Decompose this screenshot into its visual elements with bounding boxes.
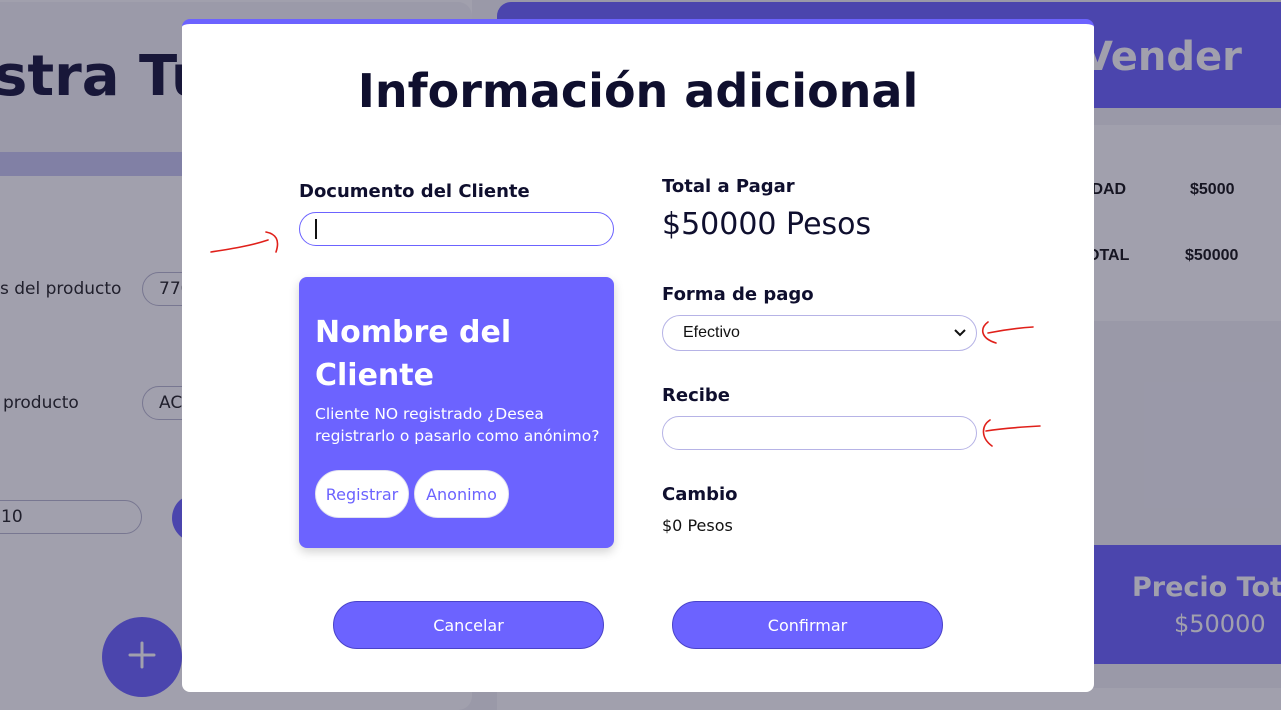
client-name-title: Nombre del Cliente bbox=[315, 315, 512, 393]
receives-label: Recibe bbox=[662, 385, 731, 406]
change-value: $0 Pesos bbox=[662, 516, 733, 535]
document-input[interactable] bbox=[299, 212, 614, 246]
total-label: Total a Pagar bbox=[662, 176, 795, 197]
modal-title: Información adicional bbox=[357, 64, 919, 118]
payment-method-label: Forma de pago bbox=[662, 284, 814, 305]
client-card: Nombre del Cliente Cliente NO registrado… bbox=[299, 277, 614, 548]
register-button[interactable]: Registrar bbox=[315, 470, 409, 518]
text-caret bbox=[315, 219, 317, 239]
client-not-registered-message: Cliente NO registrado ¿Desea registrarlo… bbox=[315, 405, 600, 445]
document-label: Documento del Cliente bbox=[299, 181, 530, 202]
anonymous-button[interactable]: Anonimo bbox=[414, 470, 509, 518]
payment-method-select[interactable]: Efectivo bbox=[662, 315, 977, 351]
cancel-button[interactable]: Cancelar bbox=[333, 601, 604, 649]
chevron-down-icon bbox=[952, 325, 968, 341]
payment-method-value: Efectivo bbox=[683, 324, 740, 341]
total-value: $50000 Pesos bbox=[662, 207, 872, 242]
change-label: Cambio bbox=[662, 484, 738, 505]
confirm-button[interactable]: Confirmar bbox=[672, 601, 943, 649]
receives-input[interactable] bbox=[662, 416, 977, 450]
additional-info-modal: Información adicional Documento del Clie… bbox=[182, 19, 1094, 692]
